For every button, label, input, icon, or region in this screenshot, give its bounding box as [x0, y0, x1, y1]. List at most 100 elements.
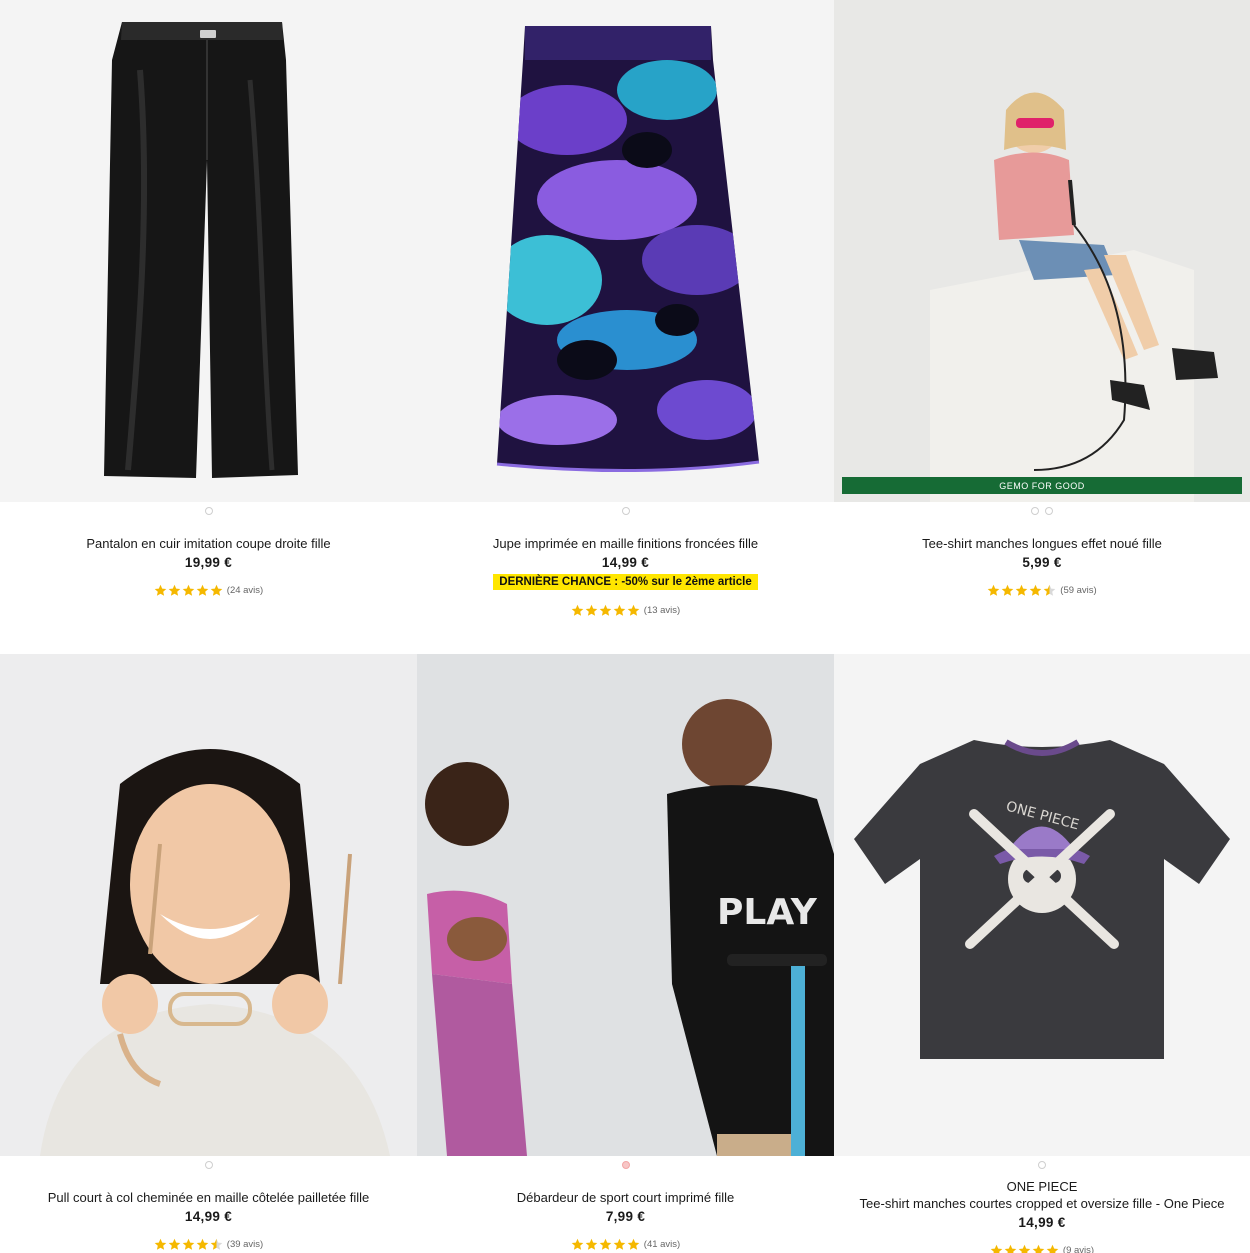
star-full-icon — [1046, 1244, 1059, 1253]
rating-stars — [154, 1238, 223, 1251]
star-full-icon — [196, 1238, 209, 1250]
star-full-icon — [599, 1238, 612, 1250]
star-full-icon — [154, 1238, 167, 1250]
promo-label: DERNIÈRE CHANCE : — [499, 576, 619, 588]
review-count[interactable]: (13 avis) — [644, 605, 680, 616]
product-card[interactable]: Jupe imprimée en maille finitions froncé… — [417, 0, 834, 617]
image-pager — [834, 504, 1250, 518]
product-brand: ONE PIECE — [1006, 1179, 1078, 1194]
promo-detail: -50% sur le 2ème article — [621, 576, 752, 588]
product-title[interactable]: Pull court à col cheminée en maille côte… — [0, 1189, 417, 1206]
pager-dot[interactable] — [204, 1161, 213, 1169]
star-full-icon — [1001, 584, 1014, 596]
product-card[interactable]: GEMO FOR GOOD Tee-shirt manches longues … — [834, 0, 1250, 597]
star-full-icon — [627, 604, 640, 616]
product-grid: Pantalon en cuir imitation coupe droite … — [0, 0, 1250, 1253]
printed-skirt-illustration — [417, 0, 834, 502]
product-image-leather-pants[interactable] — [0, 0, 417, 502]
product-title[interactable]: Débardeur de sport court imprimé fille — [417, 1189, 834, 1206]
product-title[interactable]: Pantalon en cuir imitation coupe droite … — [0, 535, 417, 552]
one-piece-tee-illustration: ONE PIECE — [834, 654, 1250, 1156]
product-price: 14,99 € — [184, 1209, 233, 1224]
product-rating: (59 avis) — [834, 584, 1250, 597]
rating-stars — [571, 1238, 640, 1251]
star-full-icon — [1018, 1244, 1031, 1253]
girl-glasses-photo — [0, 654, 417, 1156]
star-full-icon — [182, 1238, 195, 1250]
star-full-icon — [571, 1238, 584, 1250]
product-price: 7,99 € — [605, 1209, 646, 1224]
product-price: 14,99 € — [601, 555, 650, 570]
star-full-icon — [1015, 584, 1028, 596]
rating-stars — [571, 604, 640, 617]
product-info: Pantalon en cuir imitation coupe droite … — [0, 535, 417, 597]
svg-text:PLAY: PLAY — [717, 892, 818, 933]
star-half-icon — [1043, 584, 1056, 596]
product-image-knit-sweater[interactable] — [0, 654, 417, 1156]
girl-microphone-photo — [834, 0, 1250, 502]
review-count[interactable]: (24 avis) — [227, 585, 263, 596]
star-full-icon — [1004, 1244, 1017, 1253]
review-count[interactable]: (39 avis) — [227, 1239, 263, 1250]
rating-stars — [990, 1244, 1059, 1253]
image-pager — [0, 504, 417, 518]
product-card[interactable]: PLAY Débardeur de sport court imprimé fi… — [417, 654, 834, 1251]
product-rating: (13 avis) — [417, 604, 834, 617]
star-full-icon — [196, 584, 209, 596]
image-pager — [0, 1158, 417, 1172]
product-image-long-sleeve-tee[interactable]: GEMO FOR GOOD — [834, 0, 1250, 502]
product-title[interactable]: Jupe imprimée en maille finitions froncé… — [417, 535, 834, 552]
image-pager — [417, 1158, 834, 1172]
star-full-icon — [599, 604, 612, 616]
product-card[interactable]: Pull court à col cheminée en maille côte… — [0, 654, 417, 1251]
rating-stars — [154, 584, 223, 597]
star-full-icon — [1029, 584, 1042, 596]
star-full-icon — [168, 584, 181, 596]
star-full-icon — [627, 1238, 640, 1250]
star-full-icon — [182, 584, 195, 596]
product-rating: (24 avis) — [0, 584, 417, 597]
product-title[interactable]: Tee-shirt manches courtes cropped et ove… — [834, 1195, 1250, 1212]
promo-badge: DERNIÈRE CHANCE : -50% sur le 2ème artic… — [493, 574, 758, 590]
product-card[interactable]: ONE PIECE ONE PIECE Tee-shirt manches co… — [834, 654, 1250, 1253]
product-info: Jupe imprimée en maille finitions froncé… — [417, 535, 834, 617]
star-full-icon — [990, 1244, 1003, 1253]
product-image-one-piece-tee[interactable]: ONE PIECE — [834, 654, 1250, 1156]
kids-scooter-photo: PLAY — [417, 654, 834, 1156]
star-full-icon — [585, 604, 598, 616]
product-title[interactable]: Tee-shirt manches longues effet noué fil… — [834, 535, 1250, 552]
star-full-icon — [987, 584, 1000, 596]
product-image-sport-top[interactable]: PLAY — [417, 654, 834, 1156]
pager-dot[interactable] — [1045, 507, 1053, 515]
star-full-icon — [154, 584, 167, 596]
product-card[interactable]: Pantalon en cuir imitation coupe droite … — [0, 0, 417, 597]
star-full-icon — [613, 1238, 626, 1250]
product-price: 5,99 € — [1022, 555, 1062, 570]
product-info: Tee-shirt manches longues effet noué fil… — [834, 535, 1250, 597]
star-full-icon — [168, 1238, 181, 1250]
product-price: 14,99 € — [1018, 1215, 1066, 1230]
star-half-icon — [210, 1238, 223, 1250]
pager-dot[interactable] — [621, 507, 630, 515]
leather-pants-illustration — [0, 0, 417, 502]
pager-dot[interactable] — [1038, 1161, 1046, 1169]
product-image-printed-skirt[interactable] — [417, 0, 834, 502]
product-info: Pull court à col cheminée en maille côte… — [0, 1189, 417, 1251]
product-rating: (39 avis) — [0, 1238, 417, 1251]
product-info: Débardeur de sport court imprimé fille 7… — [417, 1189, 834, 1251]
star-full-icon — [571, 604, 584, 616]
star-full-icon — [210, 584, 223, 596]
pager-dot-active[interactable] — [621, 1161, 630, 1169]
product-price: 19,99 € — [184, 555, 233, 570]
pager-dot[interactable] — [1031, 507, 1039, 515]
review-count[interactable]: (59 avis) — [1060, 585, 1096, 596]
star-full-icon — [613, 604, 626, 616]
review-count[interactable]: (41 avis) — [644, 1239, 680, 1250]
product-rating: (9 avis) — [834, 1244, 1250, 1253]
product-info: ONE PIECE Tee-shirt manches courtes crop… — [834, 1179, 1250, 1253]
review-count[interactable]: (9 avis) — [1063, 1245, 1094, 1253]
product-rating: (41 avis) — [417, 1238, 834, 1251]
eco-badge: GEMO FOR GOOD — [842, 477, 1242, 494]
image-pager — [834, 1158, 1250, 1172]
pager-dot[interactable] — [204, 507, 213, 515]
